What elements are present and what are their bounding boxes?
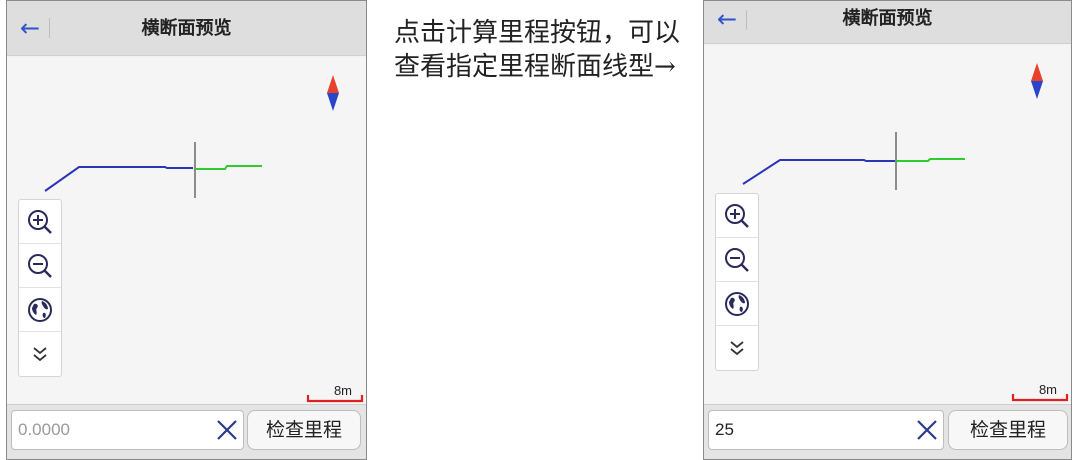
cross-section-line-left-part xyxy=(44,166,193,192)
phone-screen-right: ← 横断面预览 8m 25 检查里程 xyxy=(703,0,1072,460)
clear-button[interactable] xyxy=(915,418,939,442)
phone-screen-left: ← 横断面预览 8m 0.0000 检查里程 xyxy=(6,0,367,460)
title-bar: ← 横断面预览 xyxy=(704,1,1071,44)
cross-section-canvas[interactable]: 8m xyxy=(704,45,1071,404)
double-chevron-down-icon xyxy=(33,347,47,362)
zoom-in-icon xyxy=(725,203,749,228)
zoom-in-icon xyxy=(28,209,52,234)
globe-icon xyxy=(28,297,52,322)
globe-icon xyxy=(725,291,749,316)
expand-tools-button[interactable] xyxy=(716,326,758,370)
bottom-bar: 检查里程 xyxy=(7,404,366,459)
full-extent-button[interactable] xyxy=(716,282,758,326)
zoom-out-icon xyxy=(725,247,749,272)
cross-section-line-right-part xyxy=(896,158,965,162)
mileage-input-box xyxy=(708,410,944,450)
scale-bar: 8m xyxy=(1011,382,1069,402)
close-icon xyxy=(917,420,937,440)
mileage-input-box xyxy=(11,410,244,450)
zoom-in-button[interactable] xyxy=(716,194,758,238)
mileage-input[interactable] xyxy=(18,411,198,449)
cross-section-line-right-part xyxy=(195,165,262,170)
expand-tools-button[interactable] xyxy=(19,332,61,376)
double-chevron-down-icon xyxy=(730,341,744,356)
cross-section-canvas[interactable]: 8m xyxy=(7,57,366,404)
clear-button[interactable] xyxy=(215,418,239,442)
compass-icon xyxy=(326,75,340,111)
instruction-caption: 点击计算里程按钮，可以查看指定里程断面线型→ xyxy=(394,18,681,82)
map-tool-panel xyxy=(18,199,62,377)
map-tool-panel xyxy=(715,193,759,371)
page-title: 横断面预览 xyxy=(842,8,933,29)
close-icon xyxy=(217,420,237,440)
zoom-in-button[interactable] xyxy=(19,200,61,244)
check-mileage-button[interactable]: 检查里程 xyxy=(948,410,1068,450)
zoom-out-icon xyxy=(28,253,52,278)
scale-bar: 8m xyxy=(306,383,364,403)
bottom-bar: 检查里程 xyxy=(704,404,1071,459)
zoom-out-button[interactable] xyxy=(716,238,758,282)
check-mileage-button[interactable]: 检查里程 xyxy=(247,410,361,450)
compass-icon xyxy=(1030,63,1044,99)
mileage-input[interactable] xyxy=(715,411,895,449)
cross-section-line-left-part xyxy=(742,159,895,185)
full-extent-button[interactable] xyxy=(19,288,61,332)
zoom-out-button[interactable] xyxy=(19,244,61,288)
cross-section-plot xyxy=(742,132,965,190)
page-title: 横断面预览 xyxy=(141,18,232,39)
title-bar: ← 横断面预览 xyxy=(7,1,366,56)
